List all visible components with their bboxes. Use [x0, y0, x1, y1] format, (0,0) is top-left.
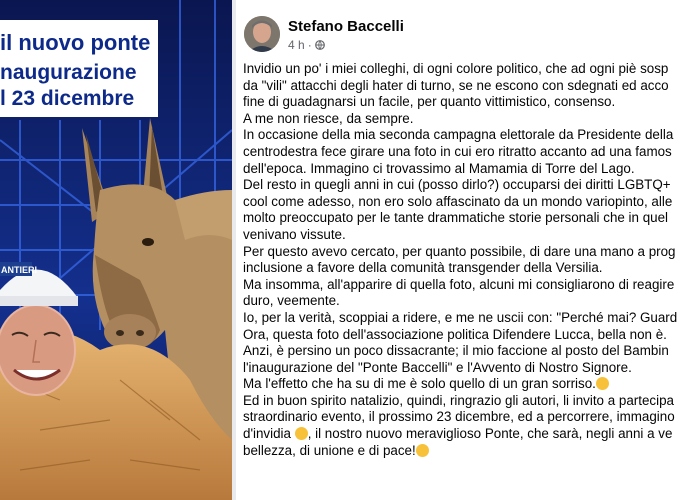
post-line: Ora, questa foto dell'associazione polit… — [243, 326, 667, 342]
post-line: cool come adesso, non ero solo affascina… — [243, 193, 673, 209]
facebook-post: Stefano Baccelli 4 h · Invidio un po' i m… — [236, 0, 700, 500]
post-line: Ma insomma, all'apparire di quella foto,… — [243, 276, 675, 292]
smile-emoji-icon — [294, 427, 308, 441]
post-line: inclusione a favore della comunità trans… — [243, 260, 603, 276]
post-line: centrodestra fece girare una foto in cui… — [243, 143, 672, 159]
banner-line-1: il nuovo ponte — [0, 30, 151, 55]
post-line: bellezza, di unione e di pace! — [243, 443, 700, 460]
post-line: da "vili" attacchi degli hater di turno,… — [243, 77, 669, 93]
post-text: Invidio un po' i miei colleghi, di ogni … — [243, 61, 700, 459]
post-line: fine di guadagnarsi un facile, per quant… — [243, 94, 616, 110]
post-line: A me non riesce, da sempre. — [243, 110, 414, 126]
post-line: Io, per la verità, scoppiai a ridere, e … — [243, 309, 678, 325]
post-line: straordinario evento, il prossimo 23 dic… — [243, 409, 675, 425]
post-line: Ed in buon spirito natalizio, quindi, ri… — [243, 392, 674, 408]
post-line: venivano vissute. — [243, 226, 346, 242]
post-line: l'inaugurazione del "Ponte Baccelli" e l… — [243, 359, 632, 375]
post-line: Del resto in quegli anni in cui (posso d… — [243, 177, 671, 193]
post-line: Per questo avevo cercato, per quanto pos… — [243, 243, 676, 259]
post-line-text-start: d'invidia — [243, 426, 295, 442]
post-time[interactable]: 4 h — [288, 38, 305, 52]
banner-line-3: l 23 dicembre — [0, 87, 135, 110]
post-image[interactable]: ANTIERI il nuovo ponte naugurazione l 23… — [0, 0, 232, 500]
globe-icon — [314, 39, 325, 50]
post-meta: 4 h · — [288, 38, 325, 52]
smile-emoji-icon — [595, 377, 609, 391]
banner-line-2: naugurazione — [0, 61, 137, 84]
post-line: Anzi, è persino un poco dissacrante; il … — [243, 343, 669, 359]
avatar[interactable] — [244, 16, 280, 52]
post-line: Ma l'effetto che ha su di me è solo quel… — [243, 376, 700, 393]
post-line-text-end: , il nostro nuovo meraviglioso Ponte, ch… — [307, 426, 673, 442]
post-line: duro, veemente. — [243, 293, 340, 309]
post-line: Invidio un po' i miei colleghi, di ogni … — [243, 61, 669, 76]
post-line-text: d'invidia , il nostro nuovo meraviglioso… — [243, 426, 672, 441]
author-name[interactable]: Stefano Baccelli — [288, 18, 404, 35]
avatar-image — [244, 16, 280, 52]
post-line: In occasione della mia seconda campagna … — [243, 127, 674, 143]
announcement-banner: il nuovo ponte naugurazione l 23 dicembr… — [0, 20, 158, 117]
helmet-text: ANTIERI — [1, 265, 37, 275]
post-line-text: bellezza, di unione e di pace! — [243, 442, 416, 458]
post-line: d'invidia , il nostro nuovo meraviglioso… — [243, 426, 700, 443]
post-line: molto preoccupato per le tante drammatic… — [243, 210, 669, 226]
smile-emoji-icon — [415, 443, 429, 457]
post-line: dell'epoca. Immagino ci trovassimo al Ma… — [243, 160, 635, 176]
post-line-text: Ma l'effetto che ha su di me è solo quel… — [243, 376, 596, 392]
